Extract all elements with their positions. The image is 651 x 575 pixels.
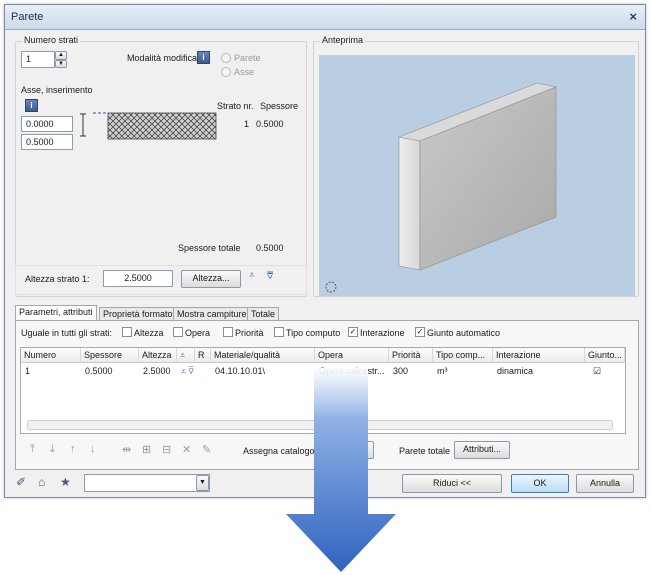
cb-tipo-computo-label: Tipo computo — [286, 328, 341, 338]
col-priorita[interactable]: Priorità — [389, 348, 433, 363]
move-top-icon[interactable]: ⤒ — [30, 443, 35, 456]
layers-count-field[interactable]: 1 — [21, 51, 55, 68]
cell-spessore[interactable]: 0.5000 — [85, 366, 113, 376]
cell-tipo[interactable]: m³ — [437, 366, 448, 376]
spin-up-icon[interactable]: ▲ — [55, 51, 67, 60]
ok-button[interactable]: OK — [511, 474, 569, 493]
cb-opera-label: Opera — [185, 328, 211, 338]
tab-proprieta[interactable]: Proprietà formato — [99, 307, 177, 321]
edit-layer-icon[interactable]: ✎ — [202, 443, 211, 456]
radio-parete-label: Parete — [234, 53, 261, 63]
col-opera[interactable]: Opera — [315, 348, 389, 363]
eyedropper-icon[interactable]: ✐ — [16, 475, 26, 489]
height-button[interactable]: Altezza... — [181, 270, 241, 288]
radio-asse-label: Asse — [234, 67, 255, 77]
cell-altezza[interactable]: 2.5000 — [143, 366, 171, 376]
tab-campiture[interactable]: Mostra campiture — [173, 307, 251, 321]
move-up-icon[interactable]: ↑ — [70, 443, 76, 455]
split-layer-icon[interactable]: ⇹ — [122, 443, 131, 456]
arrow-down-icon — [286, 368, 396, 572]
preview-label: Anteprima — [320, 35, 366, 45]
cell-interazione[interactable]: dinamica — [497, 366, 533, 376]
add-layer-icon[interactable]: ⊟ — [162, 443, 171, 456]
col-interazione[interactable]: Interazione — [493, 348, 585, 363]
favorites-select[interactable] — [84, 474, 210, 492]
col-height-icon[interactable]: ⩡ — [177, 348, 195, 363]
insert-layer-icon[interactable]: ⊞ — [142, 443, 151, 456]
delete-layer-icon[interactable]: ✕ — [182, 443, 191, 456]
cell-numero[interactable]: 1 — [25, 366, 30, 376]
open-favorite-icon[interactable]: ⌂ — [38, 475, 45, 489]
axis-info-icon[interactable]: i — [25, 99, 38, 112]
layers-label: Numero strati — [22, 35, 81, 45]
cancel-button[interactable]: Annulla — [576, 474, 634, 493]
cb-interazione-label: Interazione — [360, 328, 405, 338]
move-bottom-icon[interactable]: ⤓ — [50, 443, 55, 456]
close-icon[interactable]: × — [629, 9, 637, 24]
cb-altezza[interactable] — [122, 327, 132, 337]
cb-giunto-label: Giunto automatico — [427, 328, 501, 338]
height-up-icon[interactable]: ⩢ — [267, 271, 273, 282]
cell-height-icons[interactable]: ⩡ ⩢ — [181, 366, 194, 377]
wall-total-label: Parete totale — [399, 446, 451, 456]
cb-priorita-label: Priorità — [235, 328, 264, 338]
col-altezza[interactable]: Altezza — [139, 348, 177, 363]
col-materiale[interactable]: Materiale/qualità — [211, 348, 315, 363]
axis-offset-field[interactable]: 0.0000 — [21, 116, 73, 132]
cb-tipo-computo[interactable] — [274, 327, 284, 337]
layer-thickness-value: 0.5000 — [256, 119, 284, 129]
radio-asse[interactable] — [221, 67, 231, 77]
uniform-label: Uguale in tutti gli strati: — [21, 328, 113, 338]
cb-priorita[interactable] — [223, 327, 233, 337]
tab-totale[interactable]: Totale — [247, 307, 280, 321]
edit-mode-label: Modalità modifica — [127, 53, 198, 63]
total-thickness-value: 0.5000 — [256, 243, 284, 253]
tab-parametri[interactable]: Parametri, attributi — [15, 305, 97, 321]
reduce-button[interactable]: Riduci << — [402, 474, 502, 493]
axis-label: Asse, inserimento — [21, 85, 93, 95]
spin-down-icon[interactable]: ▼ — [55, 60, 67, 68]
cb-giunto[interactable]: ✓ — [415, 327, 425, 337]
chevron-down-icon[interactable]: ▼ — [196, 475, 209, 491]
height-field[interactable]: 2.5000 — [103, 270, 173, 287]
col-spessore[interactable]: Spessore — [81, 348, 139, 363]
height-down-icon[interactable]: ⩡ — [249, 270, 255, 281]
attributes-button[interactable]: Attributi... — [454, 441, 510, 459]
window-title: Parete — [11, 11, 44, 23]
layer-preview-svg — [80, 112, 217, 140]
preview-canvas[interactable] — [319, 55, 635, 296]
title-bar: Parete × — [5, 5, 645, 30]
col-tipo[interactable]: Tipo comp... — [433, 348, 493, 363]
cb-interazione[interactable]: ✓ — [348, 327, 358, 337]
move-down-icon[interactable]: ↓ — [90, 443, 96, 455]
radio-parete[interactable] — [221, 53, 231, 63]
col-numero[interactable]: Numero — [21, 348, 81, 363]
layers-group: Numero strati — [15, 35, 307, 297]
info-icon[interactable]: i — [197, 51, 210, 64]
thickness-header: Spessore — [260, 101, 299, 111]
height-label: Altezza strato 1: — [25, 274, 90, 284]
col-r[interactable]: R — [195, 348, 211, 363]
save-favorite-icon[interactable]: ★ — [60, 475, 71, 489]
cb-opera[interactable] — [173, 327, 183, 337]
axis-value-field[interactable]: 0.5000 — [21, 134, 73, 150]
layer-nr-value: 1 — [244, 119, 250, 129]
cell-materiale[interactable]: 04.10.10.01\ — [215, 366, 265, 376]
cell-giunto[interactable]: ☑ — [593, 366, 601, 377]
col-giunto[interactable]: Giunto... — [585, 348, 625, 363]
total-thickness-label: Spessore totale — [178, 243, 241, 253]
cb-altezza-label: Altezza — [134, 328, 164, 338]
